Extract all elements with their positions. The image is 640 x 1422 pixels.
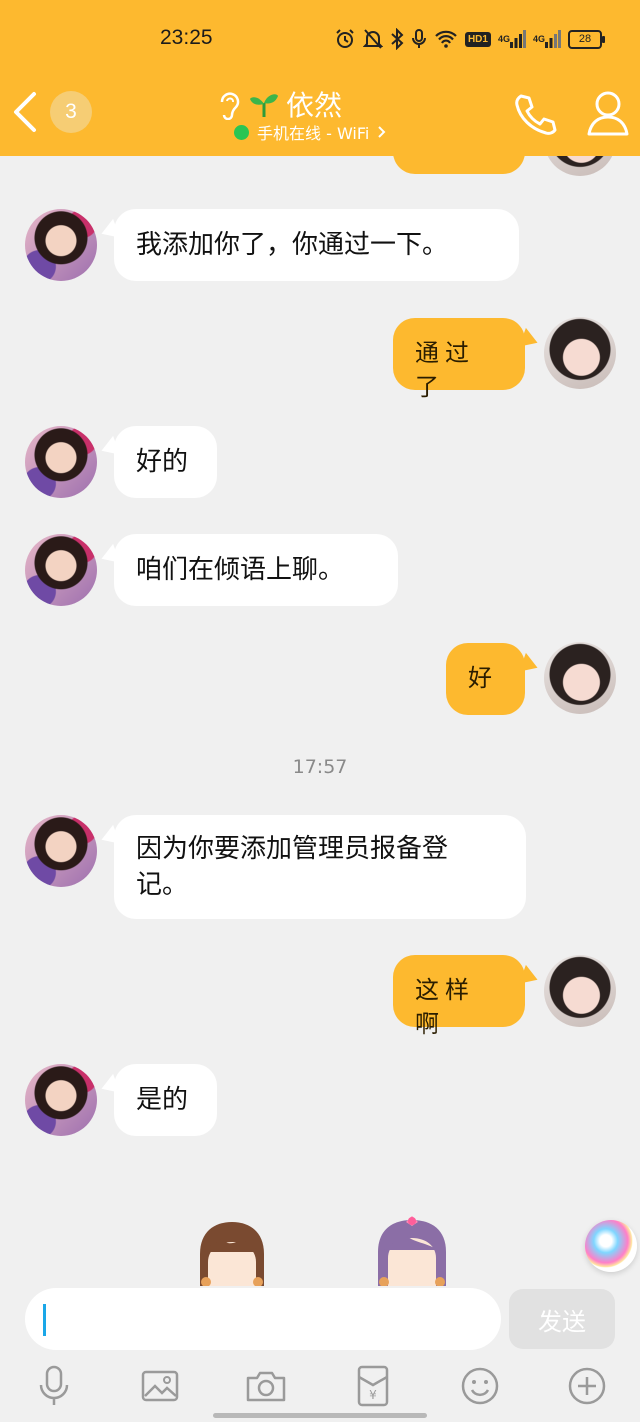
contact-avatar[interactable]: [25, 209, 97, 281]
message-text: 好: [468, 664, 498, 692]
image-icon: [141, 1370, 179, 1402]
voice-input-button[interactable]: [32, 1364, 76, 1408]
message-text: 我添加你了，你通过一下。: [136, 230, 449, 260]
message-text: 这样啊: [415, 976, 475, 1038]
back-button[interactable]: [8, 90, 42, 134]
message-bubble-outgoing[interactable]: 好: [446, 643, 525, 715]
boy-character-sticker: [192, 1218, 272, 1287]
message-input[interactable]: [25, 1288, 501, 1350]
chevron-right-icon: [378, 126, 386, 138]
plus-icon: [568, 1367, 606, 1405]
mute-icon: [362, 28, 383, 50]
contact-avatar[interactable]: [25, 815, 97, 887]
chat-toolbar: ¥: [0, 1356, 640, 1416]
home-indicator[interactable]: [213, 1413, 427, 1418]
my-avatar[interactable]: [544, 955, 616, 1027]
online-status[interactable]: 手机在线 - WiFi: [234, 120, 387, 144]
online-status-text: 手机在线 - WiFi: [257, 124, 370, 143]
signal-1: 4G: [498, 30, 526, 48]
red-packet-button[interactable]: ¥: [351, 1364, 395, 1408]
ear-icon: [220, 92, 240, 120]
message-text-line: 因为你要添加管理员报备登: [136, 834, 449, 864]
online-dot-icon: [234, 124, 249, 140]
chat-header: 23:25 HD1 4G 4G 28 3 依然 手机在线 - WiFi: [0, 0, 640, 156]
contact-avatar[interactable]: [25, 426, 97, 498]
message-bubble-incoming[interactable]: 因为你要添加管理员报备登 记。: [114, 815, 526, 919]
message-bubble-incoming[interactable]: 咱们在倾语上聊。: [114, 534, 398, 606]
contact-profile-button[interactable]: [585, 88, 631, 138]
more-button[interactable]: [565, 1364, 609, 1408]
mic-icon: [411, 28, 427, 50]
emoji-button[interactable]: [458, 1364, 502, 1408]
contact-avatar[interactable]: [25, 534, 97, 606]
my-avatar[interactable]: [544, 317, 616, 389]
camera-button[interactable]: [244, 1364, 288, 1408]
alarm-icon: [334, 28, 356, 50]
mic-icon: [39, 1365, 69, 1405]
message-text: 是的: [136, 1085, 189, 1115]
my-avatar[interactable]: [544, 642, 616, 714]
floating-assistant-ball[interactable]: [585, 1220, 637, 1272]
person-icon: [587, 91, 629, 136]
camera-icon: [246, 1371, 286, 1402]
message-bubble-incoming[interactable]: 是的: [114, 1064, 217, 1136]
message-bubble-outgoing[interactable]: 通过了: [393, 318, 525, 401]
battery-indicator: 28: [568, 29, 605, 49]
phone-icon: [515, 94, 557, 135]
contact-avatar[interactable]: [25, 1064, 97, 1136]
signal-2: 4G: [533, 30, 561, 48]
hd-badge: HD1: [464, 31, 491, 47]
message-timestamp: 17:57: [292, 756, 348, 778]
message-text: 通过了: [415, 339, 475, 401]
sprout-icon: [250, 94, 278, 117]
girl-character-sticker: [372, 1214, 452, 1287]
message-bubble-incoming[interactable]: 好的: [114, 426, 217, 498]
message-text: 好的: [136, 447, 189, 477]
chevron-left-icon: [14, 92, 36, 132]
image-button[interactable]: [138, 1364, 182, 1408]
contact-name: 依然: [286, 89, 343, 122]
send-button[interactable]: 发送: [509, 1289, 615, 1349]
message-text: 咱们在倾语上聊。: [136, 555, 345, 585]
emoji-icon: [461, 1367, 499, 1405]
status-icons: HD1 4G 4G 28: [334, 26, 605, 52]
voice-call-button[interactable]: [511, 90, 559, 138]
unread-count-badge[interactable]: 3: [50, 91, 92, 133]
message-bubble-outgoing[interactable]: 这样啊: [393, 955, 525, 1038]
text-caret: [43, 1304, 46, 1336]
chat-title[interactable]: 依然: [216, 84, 342, 124]
wifi-icon: [434, 29, 458, 49]
status-time: 23:25: [160, 26, 213, 49]
svg-text:¥: ¥: [369, 1388, 377, 1402]
bluetooth-icon: [390, 28, 404, 50]
message-bubble-incoming[interactable]: 我添加你了，你通过一下。: [114, 209, 519, 281]
red-packet-icon: ¥: [357, 1365, 389, 1407]
message-text-line: 记。: [136, 870, 189, 900]
